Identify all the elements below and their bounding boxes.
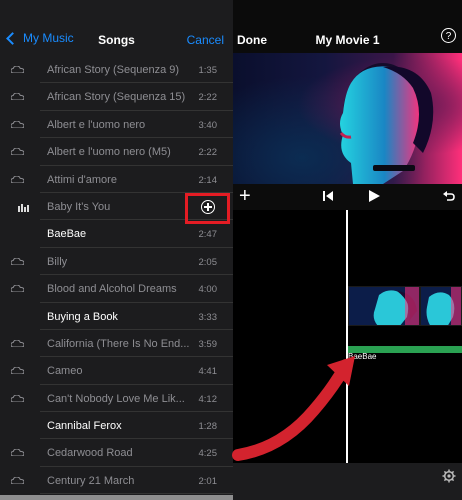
song-title: African Story (Sequenza 15) [47,91,186,104]
cloud-icon [11,175,24,183]
song-duration: 4:25 [198,448,218,460]
playing-bars-icon [18,203,29,212]
video-preview[interactable] [233,53,462,184]
song-duration: 3:59 [198,338,218,350]
timeline[interactable]: BaeBae [233,210,462,463]
editor-header: Done My Movie 1 ? [233,0,462,53]
song-title: Cannibal Ferox [47,420,122,433]
undo-icon[interactable] [442,189,456,203]
song-row[interactable]: Can't Nobody Love Me Lik... 4:12 [0,385,233,413]
song-title: Albert e l'uomo nero (M5) [47,146,171,159]
clip-thumbnail [349,287,419,325]
cloud-icon [11,93,24,101]
song-row[interactable]: Buying a Book 3:33 [0,303,233,330]
song-title: Blood and Alcohol Dreams [47,283,177,296]
music-browser-header: My Music Songs Cancel [0,0,233,56]
cloud-icon [11,394,24,402]
add-media-button[interactable]: + [239,186,251,206]
playhead-line[interactable] [346,210,348,463]
song-row[interactable]: Billy 2:05 [0,248,233,276]
home-indicator [0,495,233,500]
play-button[interactable] [369,190,380,202]
song-duration: 2:05 [198,256,218,268]
song-duration: 2:14 [198,174,218,186]
cloud-icon [11,339,24,347]
movie-editor-panel: Done My Movie 1 ? + BaeBae [233,0,462,500]
song-title: Billy [47,255,68,268]
song-duration: 4:12 [198,393,218,405]
cloud-icon [11,285,24,293]
song-row[interactable]: Cannibal Ferox 1:28 [0,412,233,440]
clip-thumbnail [421,287,461,325]
song-title: Cedarwood Road [47,447,133,460]
song-row[interactable]: Attimi d'amore 2:14 [0,166,233,193]
portrait-image [339,63,434,184]
song-duration: 3:40 [198,119,218,131]
song-title: Attimi d'amore [47,173,117,186]
cloud-icon [11,476,24,484]
cloud-icon [11,120,24,128]
playback-controls: + [233,184,462,210]
skip-back-icon[interactable] [323,191,335,201]
cloud-icon [11,66,24,73]
video-clip[interactable] [348,286,420,326]
song-row[interactable]: BaeBae 2:47 [0,220,233,248]
song-title: Albert e l'uomo nero [47,118,146,131]
song-title: California (There Is No End... [47,337,190,350]
video-clip[interactable] [420,286,462,326]
help-icon[interactable]: ? [441,28,456,43]
song-duration: 1:28 [198,421,218,433]
song-duration: 2:22 [198,147,218,159]
movie-title: My Movie 1 [315,33,380,47]
song-row[interactable]: California (There Is No End... 3:59 [0,330,233,358]
song-title: African Story (Sequenza 9) [47,64,180,76]
song-duration: 2:47 [198,229,218,241]
add-song-button[interactable] [201,200,215,214]
gear-icon[interactable] [442,469,456,483]
song-row[interactable]: Century 21 March 2:01 [0,467,233,495]
song-row[interactable]: Albert e l'uomo nero (M5) 2:22 [0,138,233,166]
song-duration: 3:33 [198,311,218,323]
song-title: Can't Nobody Love Me Lik... [47,392,185,405]
cloud-icon [11,148,24,156]
song-list: African Story (Sequenza 9) 1:35 African St… [0,56,233,495]
song-title: Century 21 March [47,474,135,487]
song-row[interactable]: Cameo 4:41 [0,357,233,385]
song-duration: 2:01 [198,475,218,487]
song-title: Baby It's You [47,200,111,213]
song-row[interactable]: Cedarwood Road 4:25 [0,439,233,467]
cloud-icon [11,367,24,375]
song-title: BaeBae [47,228,87,241]
song-title: Buying a Book [47,310,118,323]
song-duration: 1:35 [198,65,218,76]
cloud-icon [11,449,24,457]
song-duration: 4:00 [198,284,218,296]
cloud-icon [11,257,24,265]
song-row[interactable]: Blood and Alcohol Dreams 4:00 [0,275,233,303]
song-title: Cameo [47,365,83,378]
cancel-button[interactable]: Cancel [187,33,224,47]
song-row[interactable]: African Story (Sequenza 9) 1:35 [0,56,233,84]
music-browser-panel: My Music Songs Cancel African Story (Seq… [0,0,233,500]
song-duration: 2:22 [198,92,218,104]
song-row[interactable]: African Story (Sequenza 15) 2:22 [0,83,233,111]
song-row[interactable]: Albert e l'uomo nero 3:40 [0,111,233,139]
editor-bottom-toolbar [233,463,462,500]
audio-clip-label: BaeBae [348,352,377,361]
song-duration: 4:41 [198,366,218,378]
